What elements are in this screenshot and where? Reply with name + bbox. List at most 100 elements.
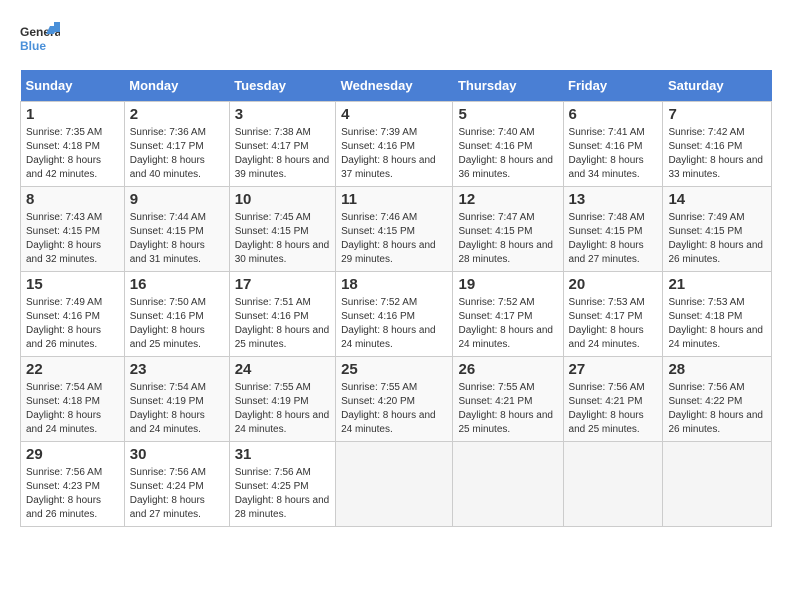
day-info: Sunrise: 7:42 AMSunset: 4:16 PMDaylight:… <box>668 126 766 182</box>
day-info: Sunrise: 7:56 AMSunset: 4:22 PMDaylight:… <box>668 381 766 437</box>
day-number: 8 <box>26 191 119 208</box>
weekday-header-sunday: Sunday <box>21 70 125 102</box>
day-number: 27 <box>569 361 658 378</box>
calendar-cell: 25 Sunrise: 7:55 AMSunset: 4:20 PMDayligh… <box>336 357 453 442</box>
day-info: Sunrise: 7:56 AMSunset: 4:21 PMDaylight:… <box>569 381 658 437</box>
calendar-cell: 28 Sunrise: 7:56 AMSunset: 4:22 PMDayligh… <box>663 357 772 442</box>
day-info: Sunrise: 7:50 AMSunset: 4:16 PMDaylight:… <box>130 296 224 352</box>
day-number: 22 <box>26 361 119 378</box>
calendar-cell: 24Sunrise: 7:55 AMSunset: 4:19 PMDayligh… <box>229 357 335 442</box>
day-number: 13 <box>569 191 658 208</box>
calendar-cell: 20 Sunrise: 7:53 AMSunset: 4:17 PMDayligh… <box>563 272 663 357</box>
logo: General Blue <box>20 20 60 60</box>
calendar-cell: 29 Sunrise: 7:56 AMSunset: 4:23 PMDayligh… <box>21 442 125 527</box>
calendar-week-row: 15 Sunrise: 7:49 AMSunset: 4:16 PMDayligh… <box>21 272 772 357</box>
calendar-cell: 14 Sunrise: 7:49 AMSunset: 4:15 PMDayligh… <box>663 187 772 272</box>
weekday-header-friday: Friday <box>563 70 663 102</box>
calendar-cell: 11Sunrise: 7:46 AMSunset: 4:15 PMDayligh… <box>336 187 453 272</box>
day-info: Sunrise: 7:54 AMSunset: 4:19 PMDaylight:… <box>130 381 224 437</box>
day-number: 23 <box>130 361 224 378</box>
calendar-cell: 23 Sunrise: 7:54 AMSunset: 4:19 PMDayligh… <box>124 357 229 442</box>
weekday-header-wednesday: Wednesday <box>336 70 453 102</box>
day-info: Sunrise: 7:40 AMSunset: 4:16 PMDaylight:… <box>458 126 557 182</box>
day-info: Sunrise: 7:48 AMSunset: 4:15 PMDaylight:… <box>569 211 658 267</box>
day-number: 29 <box>26 446 119 463</box>
calendar-cell: 4Sunrise: 7:39 AMSunset: 4:16 PMDaylight… <box>336 102 453 187</box>
calendar-cell: 7 Sunrise: 7:42 AMSunset: 4:16 PMDaylight… <box>663 102 772 187</box>
day-info: Sunrise: 7:46 AMSunset: 4:15 PMDaylight:… <box>341 211 447 267</box>
weekday-header-tuesday: Tuesday <box>229 70 335 102</box>
day-number: 4 <box>341 106 447 123</box>
day-number: 9 <box>130 191 224 208</box>
calendar-cell: 12Sunrise: 7:47 AMSunset: 4:15 PMDayligh… <box>453 187 563 272</box>
day-number: 16 <box>130 276 224 293</box>
day-number: 7 <box>668 106 766 123</box>
weekday-header-monday: Monday <box>124 70 229 102</box>
day-info: Sunrise: 7:36 AMSunset: 4:17 PMDaylight:… <box>130 126 224 182</box>
weekday-header-thursday: Thursday <box>453 70 563 102</box>
calendar-cell <box>336 442 453 527</box>
day-info: Sunrise: 7:49 AMSunset: 4:16 PMDaylight:… <box>26 296 119 352</box>
day-number: 1 <box>26 106 119 123</box>
day-info: Sunrise: 7:53 AMSunset: 4:17 PMDaylight:… <box>569 296 658 352</box>
day-info: Sunrise: 7:53 AMSunset: 4:18 PMDaylight:… <box>668 296 766 352</box>
day-info: Sunrise: 7:44 AMSunset: 4:15 PMDaylight:… <box>130 211 224 267</box>
day-number: 14 <box>668 191 766 208</box>
day-number: 28 <box>668 361 766 378</box>
day-info: Sunrise: 7:52 AMSunset: 4:16 PMDaylight:… <box>341 296 447 352</box>
calendar-cell: 8Sunrise: 7:43 AMSunset: 4:15 PMDaylight… <box>21 187 125 272</box>
calendar-cell: 2Sunrise: 7:36 AMSunset: 4:17 PMDaylight… <box>124 102 229 187</box>
day-info: Sunrise: 7:41 AMSunset: 4:16 PMDaylight:… <box>569 126 658 182</box>
calendar-cell: 16 Sunrise: 7:50 AMSunset: 4:16 PMDayligh… <box>124 272 229 357</box>
day-info: Sunrise: 7:49 AMSunset: 4:15 PMDaylight:… <box>668 211 766 267</box>
calendar-cell: 10Sunrise: 7:45 AMSunset: 4:15 PMDayligh… <box>229 187 335 272</box>
day-number: 18 <box>341 276 447 293</box>
day-number: 6 <box>569 106 658 123</box>
day-info: Sunrise: 7:52 AMSunset: 4:17 PMDaylight:… <box>458 296 557 352</box>
day-info: Sunrise: 7:56 AMSunset: 4:25 PMDaylight:… <box>235 466 330 522</box>
calendar-week-row: 8Sunrise: 7:43 AMSunset: 4:15 PMDaylight… <box>21 187 772 272</box>
day-info: Sunrise: 7:55 AMSunset: 4:20 PMDaylight:… <box>341 381 447 437</box>
calendar-cell: 27 Sunrise: 7:56 AMSunset: 4:21 PMDayligh… <box>563 357 663 442</box>
day-info: Sunrise: 7:56 AMSunset: 4:24 PMDaylight:… <box>130 466 224 522</box>
day-info: Sunrise: 7:35 AMSunset: 4:18 PMDaylight:… <box>26 126 119 182</box>
day-number: 17 <box>235 276 330 293</box>
day-number: 25 <box>341 361 447 378</box>
calendar-cell: 6 Sunrise: 7:41 AMSunset: 4:16 PMDaylight… <box>563 102 663 187</box>
day-number: 12 <box>458 191 557 208</box>
day-number: 30 <box>130 446 224 463</box>
calendar-cell: 18 Sunrise: 7:52 AMSunset: 4:16 PMDayligh… <box>336 272 453 357</box>
calendar-cell: 22 Sunrise: 7:54 AMSunset: 4:18 PMDayligh… <box>21 357 125 442</box>
calendar-cell: 26Sunrise: 7:55 AMSunset: 4:21 PMDayligh… <box>453 357 563 442</box>
day-number: 20 <box>569 276 658 293</box>
calendar-week-row: 1 Sunrise: 7:35 AMSunset: 4:18 PMDaylight… <box>21 102 772 187</box>
day-number: 15 <box>26 276 119 293</box>
weekday-header-row: SundayMondayTuesdayWednesdayThursdayFrid… <box>21 70 772 102</box>
day-number: 21 <box>668 276 766 293</box>
calendar-cell <box>563 442 663 527</box>
day-number: 3 <box>235 106 330 123</box>
day-info: Sunrise: 7:56 AMSunset: 4:23 PMDaylight:… <box>26 466 119 522</box>
day-number: 31 <box>235 446 330 463</box>
calendar-week-row: 22 Sunrise: 7:54 AMSunset: 4:18 PMDayligh… <box>21 357 772 442</box>
day-info: Sunrise: 7:54 AMSunset: 4:18 PMDaylight:… <box>26 381 119 437</box>
day-number: 19 <box>458 276 557 293</box>
calendar-cell: 13 Sunrise: 7:48 AMSunset: 4:15 PMDayligh… <box>563 187 663 272</box>
calendar-cell: 3Sunrise: 7:38 AMSunset: 4:17 PMDaylight… <box>229 102 335 187</box>
day-info: Sunrise: 7:51 AMSunset: 4:16 PMDaylight:… <box>235 296 330 352</box>
weekday-header-saturday: Saturday <box>663 70 772 102</box>
calendar-cell: 31 Sunrise: 7:56 AMSunset: 4:25 PMDayligh… <box>229 442 335 527</box>
calendar-cell: 17 Sunrise: 7:51 AMSunset: 4:16 PMDayligh… <box>229 272 335 357</box>
calendar-cell: 5Sunrise: 7:40 AMSunset: 4:16 PMDaylight… <box>453 102 563 187</box>
calendar-cell <box>453 442 563 527</box>
calendar-cell: 9 Sunrise: 7:44 AMSunset: 4:15 PMDaylight… <box>124 187 229 272</box>
day-info: Sunrise: 7:45 AMSunset: 4:15 PMDaylight:… <box>235 211 330 267</box>
calendar-cell <box>663 442 772 527</box>
calendar-cell: 30 Sunrise: 7:56 AMSunset: 4:24 PMDayligh… <box>124 442 229 527</box>
day-number: 26 <box>458 361 557 378</box>
calendar-table: SundayMondayTuesdayWednesdayThursdayFrid… <box>20 70 772 527</box>
logo-svg: General Blue <box>20 20 60 60</box>
calendar-cell: 15 Sunrise: 7:49 AMSunset: 4:16 PMDayligh… <box>21 272 125 357</box>
calendar-cell: 19 Sunrise: 7:52 AMSunset: 4:17 PMDayligh… <box>453 272 563 357</box>
header: General Blue <box>20 20 772 60</box>
